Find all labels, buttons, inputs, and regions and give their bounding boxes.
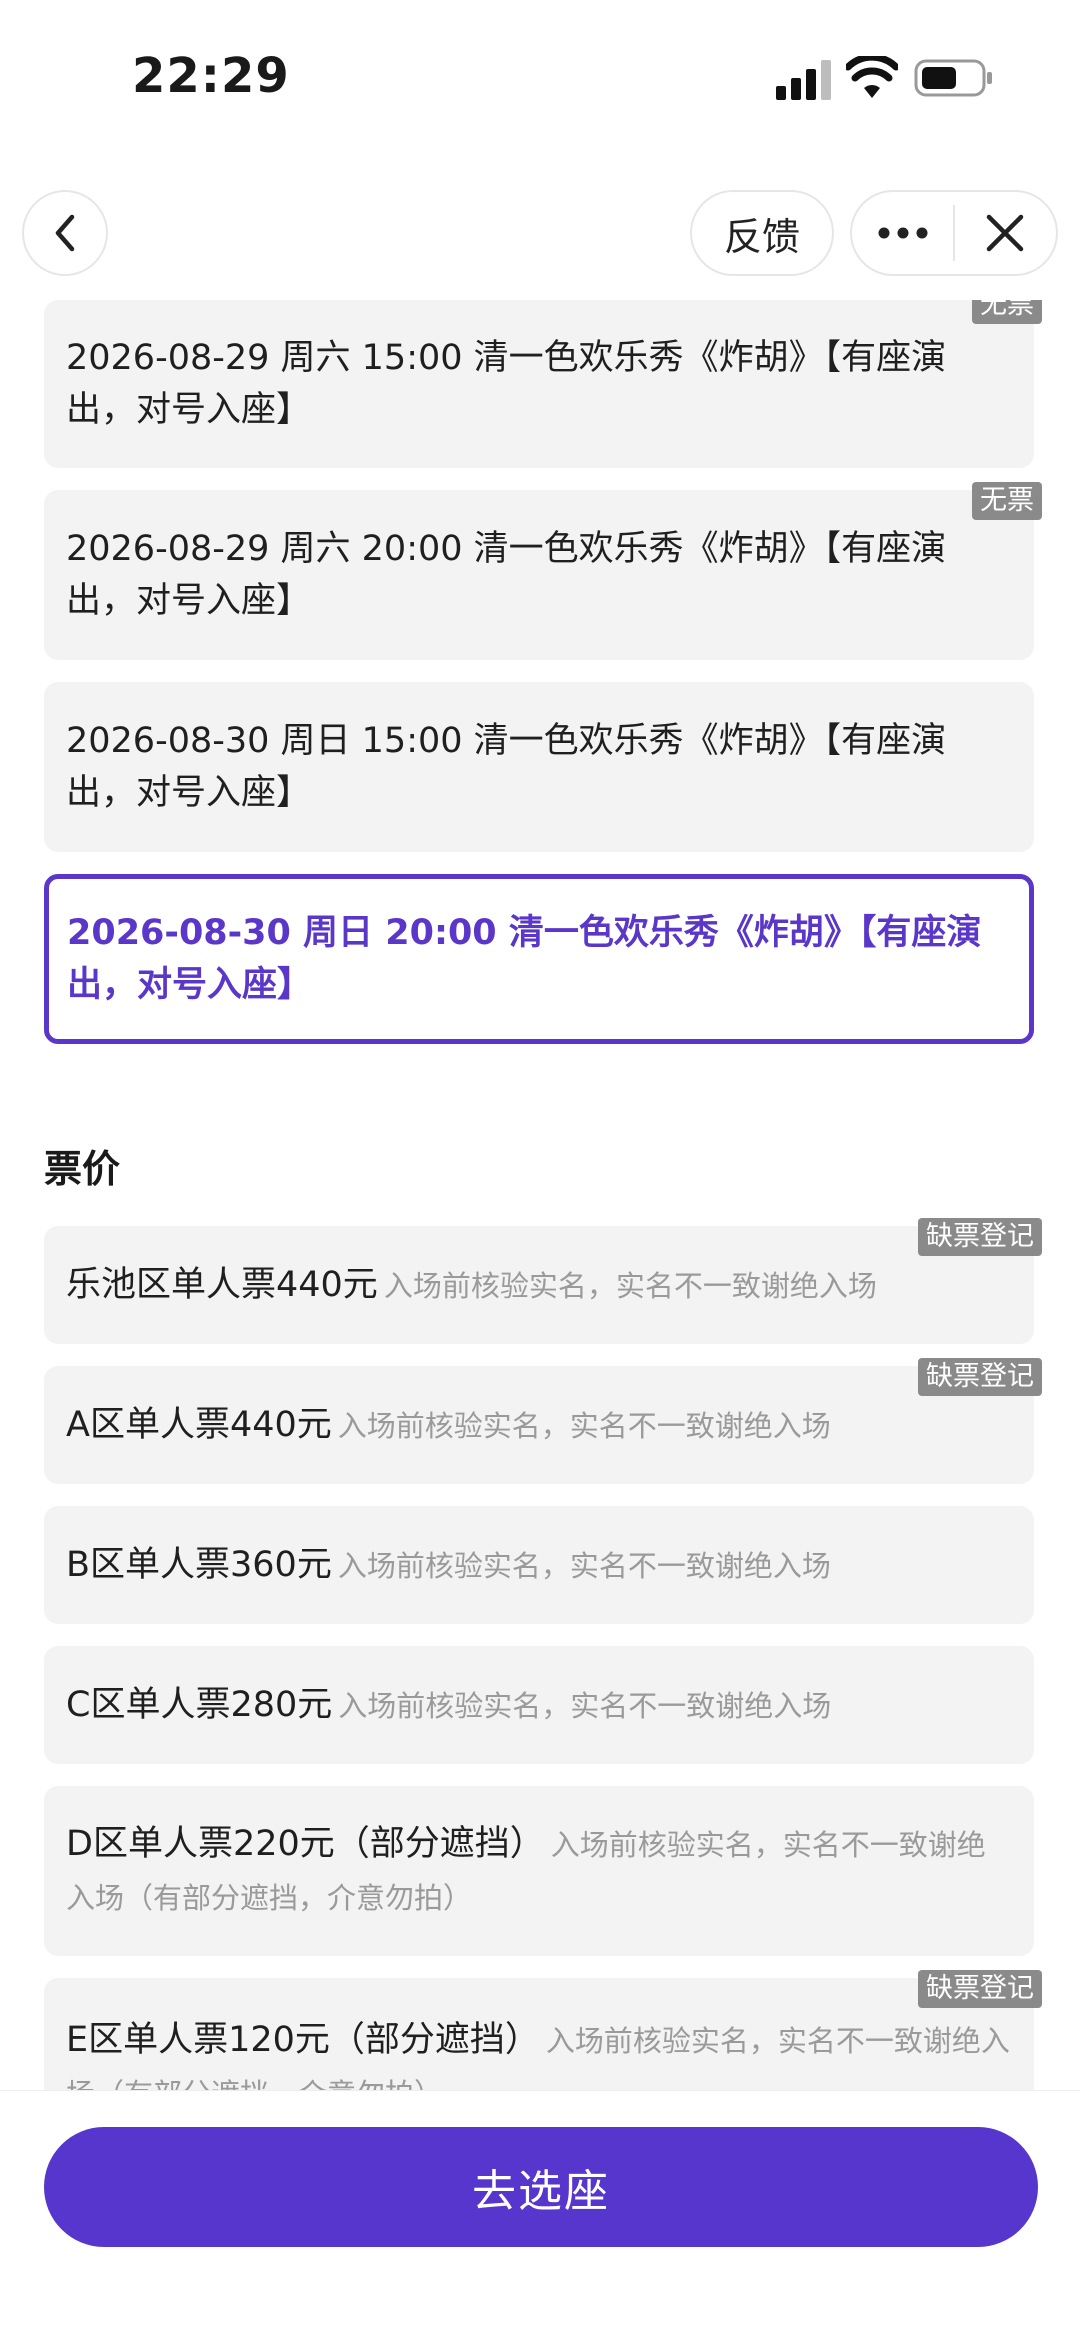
price-option[interactable]: C区单人票280元 入场前核验实名，实名不一致谢绝入场 <box>44 1646 1034 1764</box>
feedback-button[interactable]: 反馈 <box>690 190 834 276</box>
session-option-selected[interactable]: 2026-08-30 周日 20:00 清一色欢乐秀《炸胡》【有座演出，对号入座… <box>44 874 1034 1044</box>
price-note: 入场前核验实名，实名不一致谢绝入场 <box>337 1408 831 1443</box>
price-name: B区单人票360元 <box>66 1544 332 1585</box>
wifi-icon <box>846 56 898 98</box>
session-option[interactable]: 2026-08-29 周六 20:00 清一色欢乐秀《炸胡》【有座演出，对号入座… <box>44 482 1042 660</box>
session-option[interactable]: 2026-08-29 周六 15:00 清一色欢乐秀《炸胡》【有座演出，对号入座… <box>44 300 1042 468</box>
scroll-content[interactable]: 2026-08-29 周六 15:00 清一色欢乐秀《炸胡》【有座演出，对号入座… <box>0 300 1080 2090</box>
back-icon <box>55 214 75 252</box>
select-seat-button[interactable]: 去选座 <box>44 2127 1038 2247</box>
price-option[interactable]: D区单人票220元（部分遮挡） 入场前核验实名，实名不一致谢绝入场（有部分遮挡，介… <box>44 1786 1034 1956</box>
price-name: C区单人票280元 <box>66 1684 333 1725</box>
waitlist-badge[interactable]: 缺票登记 <box>918 1358 1042 1396</box>
price-name: E区单人票120元（部分遮挡） <box>66 2020 540 2060</box>
session-text: 2026-08-30 周日 20:00 清一色欢乐秀《炸胡》【有座演出，对号入座… <box>67 913 982 1005</box>
price-option[interactable]: A区单人票440元 入场前核验实名，实名不一致谢绝入场 缺票登记 <box>44 1358 1042 1484</box>
menu-capsule <box>850 190 1058 276</box>
more-icon <box>878 227 927 239</box>
status-time: 22:29 <box>132 48 290 104</box>
price-name: 乐池区单人票440元 <box>66 1264 378 1305</box>
sold-out-badge: 无票 <box>972 300 1042 324</box>
more-button[interactable] <box>852 192 953 274</box>
price-section-title: 票价 <box>44 1147 121 1191</box>
battery-icon <box>914 59 992 97</box>
waitlist-badge[interactable]: 缺票登记 <box>918 1970 1042 2008</box>
close-icon <box>987 214 1024 252</box>
price-note: 入场前核验实名，实名不一致谢绝入场 <box>383 1268 877 1303</box>
session-text: 2026-08-29 周六 15:00 清一色欢乐秀《炸胡》【有座演出，对号入座… <box>66 338 947 430</box>
session-text: 2026-08-29 周六 20:00 清一色欢乐秀《炸胡》【有座演出，对号入座… <box>66 529 947 621</box>
price-option[interactable]: B区单人票360元 入场前核验实名，实名不一致谢绝入场 <box>44 1506 1034 1624</box>
price-name: D区单人票220元（部分遮挡） <box>66 1824 545 1864</box>
price-option[interactable]: E区单人票120元（部分遮挡）入场前核验实名，实名不一致谢绝入场（有部分遮挡，介… <box>44 1970 1042 2090</box>
signal-icon <box>776 60 831 100</box>
status-bar: 22:29 <box>0 0 1080 150</box>
bottom-action-bar: 去选座 <box>0 2090 1080 2342</box>
price-note: 入场前核验实名，实名不一致谢绝入场 <box>338 1688 832 1723</box>
back-button[interactable] <box>22 190 108 276</box>
session-text: 2026-08-30 周日 15:00 清一色欢乐秀《炸胡》【有座演出，对号入座… <box>66 721 947 813</box>
price-option[interactable]: 乐池区单人票440元 入场前核验实名，实名不一致谢绝入场 缺票登记 <box>44 1218 1042 1344</box>
price-name: A区单人票440元 <box>66 1404 332 1445</box>
session-option[interactable]: 2026-08-30 周日 15:00 清一色欢乐秀《炸胡》【有座演出，对号入座… <box>44 682 1034 852</box>
sold-out-badge: 无票 <box>972 482 1042 520</box>
price-note: 入场前核验实名，实名不一致谢绝入场 <box>337 1548 831 1583</box>
close-button[interactable] <box>955 192 1056 274</box>
waitlist-badge[interactable]: 缺票登记 <box>918 1218 1042 1256</box>
